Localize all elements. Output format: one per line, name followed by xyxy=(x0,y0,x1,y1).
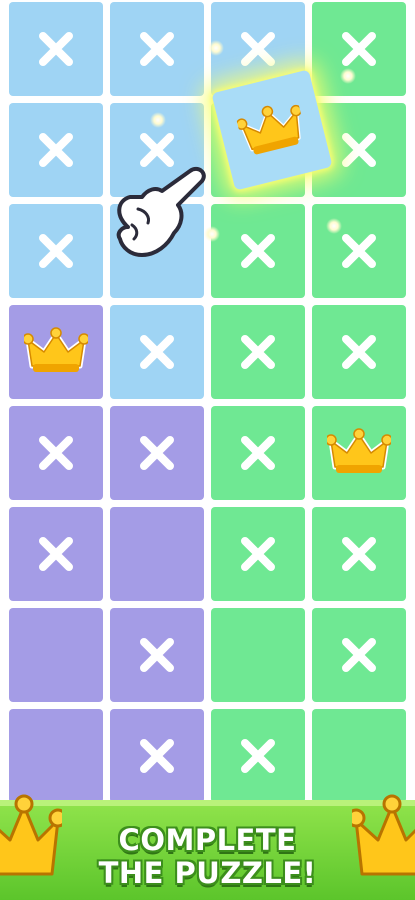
grid-cell[interactable] xyxy=(110,406,204,500)
crown-icon xyxy=(327,428,391,473)
grid-cell[interactable] xyxy=(312,406,406,500)
grid-cell[interactable] xyxy=(110,2,204,96)
sparkle-effect xyxy=(326,218,342,234)
grid-cell[interactable] xyxy=(9,2,103,96)
crown-icon xyxy=(24,327,88,372)
grid-cell[interactable] xyxy=(312,507,406,601)
x-mark-icon xyxy=(241,436,275,470)
x-mark-icon xyxy=(140,638,174,672)
sparkle-effect xyxy=(150,112,166,128)
x-mark-icon xyxy=(241,234,275,268)
x-mark-icon xyxy=(140,739,174,773)
grid-cell[interactable] xyxy=(312,204,406,298)
grid-cell[interactable] xyxy=(110,507,204,601)
sparkle-effect xyxy=(340,68,356,84)
x-mark-icon xyxy=(342,133,376,167)
grid-cell[interactable] xyxy=(211,709,305,803)
grid-cell[interactable] xyxy=(9,608,103,702)
crown-icon xyxy=(235,104,302,155)
x-mark-icon xyxy=(39,133,73,167)
grid-cell[interactable] xyxy=(211,305,305,399)
grid-cell[interactable] xyxy=(9,507,103,601)
x-mark-icon xyxy=(342,32,376,66)
grid-cell[interactable] xyxy=(211,608,305,702)
x-mark-icon xyxy=(241,739,275,773)
grid-cell[interactable] xyxy=(211,507,305,601)
grid-cell[interactable] xyxy=(312,305,406,399)
x-mark-icon xyxy=(342,537,376,571)
x-mark-icon xyxy=(39,537,73,571)
x-mark-icon xyxy=(342,234,376,268)
grid-cell[interactable] xyxy=(110,709,204,803)
grid-cell[interactable] xyxy=(9,709,103,803)
x-mark-icon xyxy=(140,436,174,470)
x-mark-icon xyxy=(241,537,275,571)
grid-cell[interactable] xyxy=(312,709,406,803)
grid-cell[interactable] xyxy=(312,608,406,702)
grid-cell[interactable] xyxy=(211,204,305,298)
x-mark-icon xyxy=(39,234,73,268)
x-mark-icon xyxy=(140,32,174,66)
grid-cell[interactable] xyxy=(9,103,103,197)
x-mark-icon xyxy=(140,335,174,369)
grid-cell[interactable] xyxy=(9,406,103,500)
x-mark-icon xyxy=(39,436,73,470)
x-mark-icon xyxy=(342,335,376,369)
x-mark-icon xyxy=(241,335,275,369)
pointing-hand-icon xyxy=(116,166,206,257)
grid-cell[interactable] xyxy=(312,2,406,96)
grid-cell[interactable] xyxy=(211,406,305,500)
x-mark-icon xyxy=(39,32,73,66)
x-mark-icon xyxy=(342,638,376,672)
puzzle-board xyxy=(0,0,415,803)
grid-cell[interactable] xyxy=(9,305,103,399)
grid-cell[interactable] xyxy=(110,608,204,702)
sparkle-effect xyxy=(208,40,224,56)
x-mark-icon xyxy=(241,32,275,66)
promo-banner: COMPLETE THE PUZZLE! xyxy=(0,794,415,900)
crown-icon xyxy=(352,794,415,876)
grid-cell[interactable] xyxy=(9,204,103,298)
grid-cell[interactable] xyxy=(110,305,204,399)
